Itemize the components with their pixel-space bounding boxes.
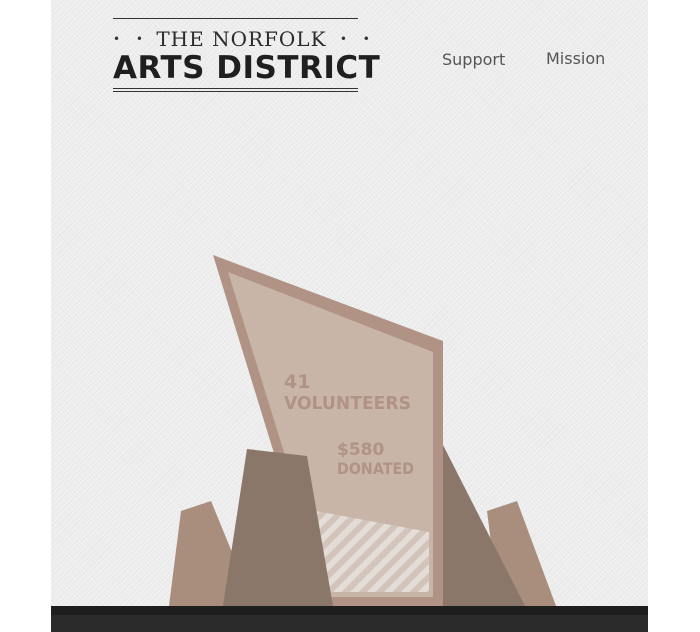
footer-bar [51,606,648,632]
volunteers-label: VOLUNTEERS [284,393,411,414]
donated-amount: $580 [337,440,384,460]
volunteers-count: 41 [284,371,310,393]
page: • • THE NORFOLK • • ARTS DISTRICT Suppor… [51,0,648,632]
donated-label: DONATED [337,459,414,478]
monument-illustration: 41 VOLUNTEERS $580 DONATED [169,255,556,606]
